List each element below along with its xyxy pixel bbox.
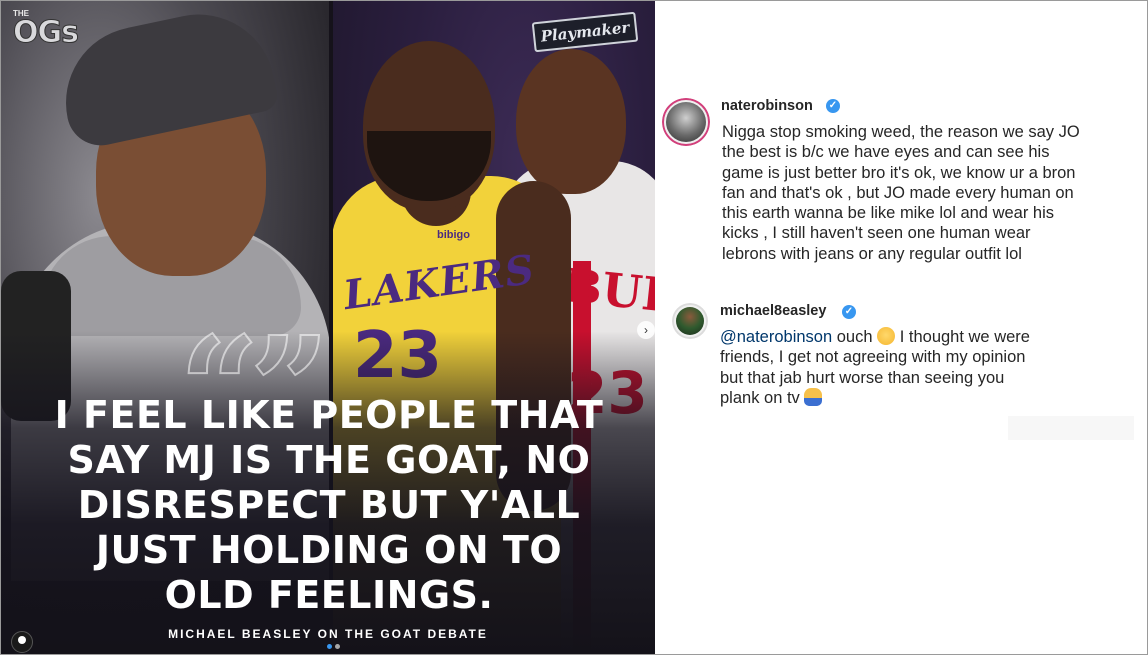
comment-line: @naterobinson ouch I thought we were xyxy=(720,327,1030,347)
avatar[interactable] xyxy=(662,98,710,146)
logo-ogs: OGs xyxy=(13,15,80,51)
headline-line: I FEEL LIKE PEOPLE THAT xyxy=(54,393,604,437)
man-facepalming-emoji xyxy=(804,387,823,406)
faint-overlay xyxy=(1008,416,1134,440)
comment-line: kicks , I still haven't seen one human w… xyxy=(722,224,1031,243)
flushed-face-emoji xyxy=(877,327,896,345)
comment-line: fan and that's ok , but JO made every hu… xyxy=(722,183,1074,202)
comment-username[interactable]: michael8easley xyxy=(720,303,826,319)
avatar[interactable] xyxy=(672,303,708,339)
verified-badge-icon: ✓ xyxy=(826,99,840,113)
the-ogs-logo: THE OGs xyxy=(11,9,91,55)
comment-fragment: ouch xyxy=(832,328,878,346)
next-slide-chevron-icon[interactable]: › xyxy=(637,321,655,339)
post-image[interactable]: BULLS 23 bibigo LAKERS 23 “” THE OGs Pla… xyxy=(1,1,655,654)
post-caption: MICHAEL BEASLEY ON THE GOAT DEBATE xyxy=(168,627,488,641)
comment-username[interactable]: naterobinson xyxy=(721,98,813,114)
comment-text: @naterobinson ouch I thought we were fri… xyxy=(720,327,1030,408)
comment-line: Nigga stop smoking weed, the reason we s… xyxy=(722,123,1080,141)
carousel-dot xyxy=(335,644,340,649)
comment-line: lebrons with jeans or any regular outfit… xyxy=(722,244,1022,263)
verified-badge-icon: ✓ xyxy=(842,305,856,319)
comment-line: the best is b/c we have eyes and can see… xyxy=(722,143,1050,162)
headline-line: JUST HOLDING ON TO xyxy=(95,528,563,572)
carousel-dot-active xyxy=(327,644,332,649)
quote-headline: I FEEL LIKE PEOPLE THAT SAY MJ IS THE GO… xyxy=(19,393,639,618)
jersey-sponsor: bibigo xyxy=(437,229,470,241)
tagged-user-icon[interactable] xyxy=(11,631,33,653)
mention-link[interactable]: @naterobinson xyxy=(720,328,832,346)
jordan-head xyxy=(516,49,626,194)
comment-text: Nigga stop smoking weed, the reason we s… xyxy=(722,122,1080,264)
comment-line: game is just better bro it's ok, we know… xyxy=(722,163,1076,182)
comment-fragment: I thought we were xyxy=(895,328,1030,346)
comment-line: but that jab hurt worse than seeing you xyxy=(720,368,1005,387)
comment-line: this earth wanna be like mike lol and we… xyxy=(722,204,1055,223)
headline-line: SAY MJ IS THE GOAT, NO xyxy=(67,438,591,482)
comment-fragment: plank on tv xyxy=(720,388,805,407)
avatar-image xyxy=(666,102,706,142)
headline-line: DISRESPECT BUT Y'ALL xyxy=(77,483,581,527)
avatar-image xyxy=(676,307,704,335)
carousel-dots xyxy=(325,644,345,650)
comment-line: plank on tv xyxy=(720,387,1030,408)
headline-line: OLD FEELINGS. xyxy=(164,573,494,617)
comment-line: friends, I get not agreeing with my opin… xyxy=(720,348,1026,367)
